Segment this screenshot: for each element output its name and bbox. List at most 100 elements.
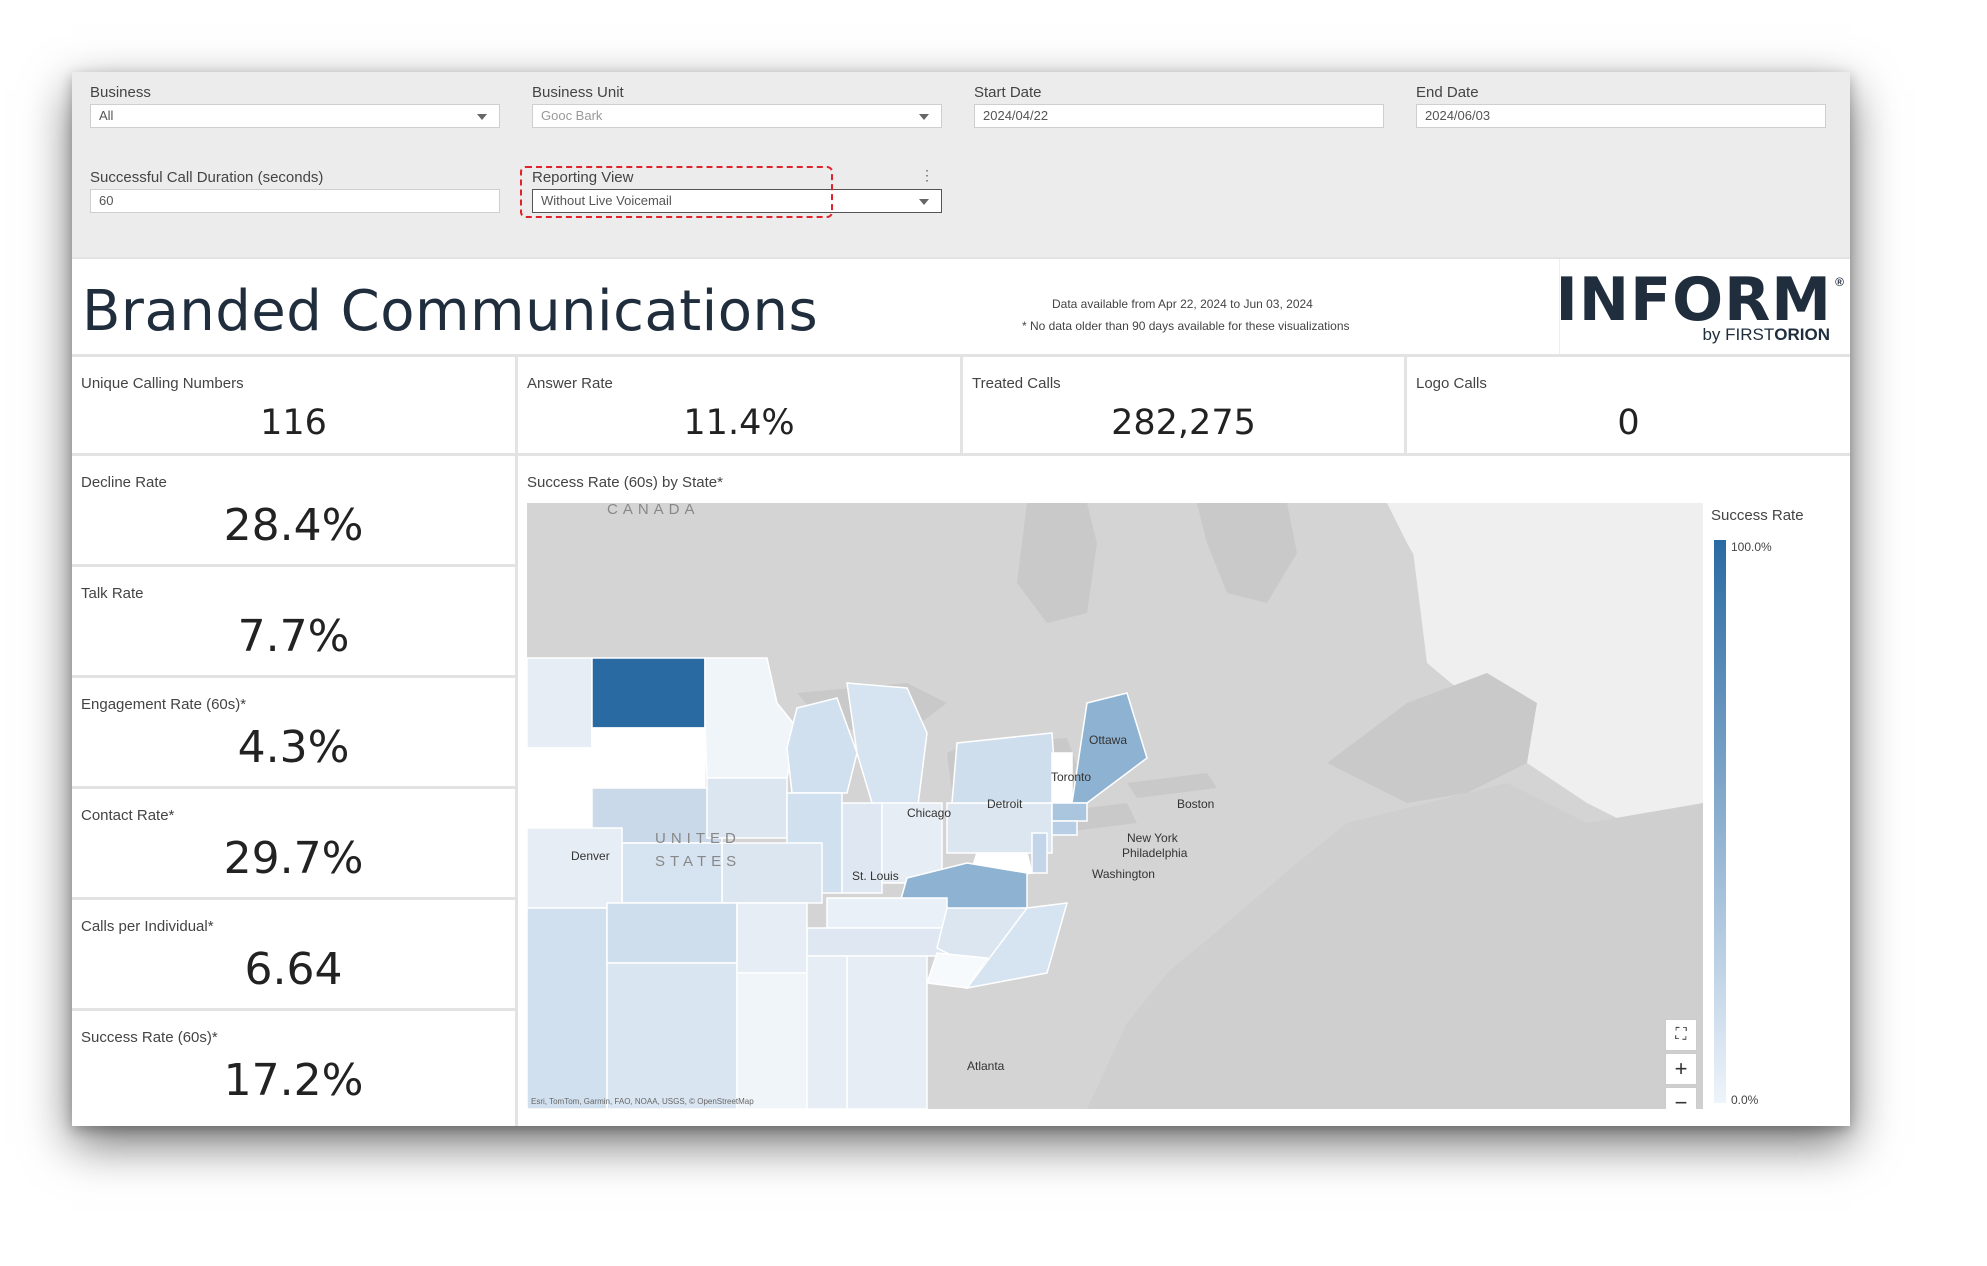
- kpi-card: Unique Calling Numbers 116: [72, 357, 515, 453]
- state-kentucky: [826, 897, 948, 929]
- kpi-card: Talk Rate 7.7%: [72, 567, 515, 675]
- map-panel: Success Rate (60s) by State* CANADA UNIT…: [518, 456, 1850, 1126]
- dashboard-frame: Business All Business Unit Gooc Bark Sta…: [72, 72, 1850, 1126]
- kpi-card: Contact Rate* 29.7%: [72, 789, 515, 897]
- state-connecticut: [1051, 820, 1078, 836]
- chevron-down-icon: [477, 114, 487, 120]
- state-arkansas: [736, 902, 808, 974]
- end-date-label: End Date: [1416, 84, 1479, 101]
- map-canvas: [527, 503, 1703, 1109]
- kpi-value: 116: [260, 403, 327, 443]
- logo-byline: by FIRSTORION: [1702, 325, 1830, 345]
- start-date-value: 2024/04/22: [983, 108, 1049, 123]
- kpi-label: Logo Calls: [1416, 375, 1487, 392]
- kpi-card: Success Rate (60s)* 17.2%: [72, 1011, 515, 1126]
- kpi-value: 4.3%: [237, 722, 350, 773]
- business-unit-filter: Business Unit Gooc Bark: [532, 84, 942, 128]
- kpi-value: 28.4%: [223, 500, 364, 551]
- dashboard-body: Branded Communications Data available fr…: [72, 257, 1850, 1126]
- reporting-view-label: Reporting View: [532, 169, 634, 186]
- header-panel: Branded Communications Data available fr…: [72, 259, 1850, 354]
- kpi-value: 11.4%: [683, 403, 795, 443]
- data-retention-note: * No data older than 90 days available f…: [1022, 319, 1350, 333]
- state-wyoming: [527, 747, 593, 829]
- legend-max-label: 100.0%: [1731, 540, 1772, 554]
- kpi-label: Treated Calls: [972, 375, 1061, 392]
- state-colorado: [527, 827, 623, 909]
- state-texas: [606, 962, 738, 1109]
- fit-extent-icon[interactable]: ⛶: [1665, 1019, 1697, 1051]
- inform-logo: INFORM ® by FIRSTORION: [1556, 259, 1850, 354]
- city-label: St. Louis: [852, 869, 899, 883]
- kpi-label: Contact Rate*: [81, 807, 175, 824]
- city-label: Atlanta: [967, 1059, 1005, 1073]
- state-oklahoma: [606, 902, 738, 964]
- data-availability-note: Data available from Apr 22, 2024 to Jun …: [1052, 297, 1313, 311]
- logo-by: by: [1702, 325, 1726, 344]
- region-label-united: UNITED: [655, 830, 741, 847]
- success-rate-map[interactable]: CANADA UNITED STATES Ottawa Toronto Detr…: [527, 503, 1703, 1109]
- call-duration-filter: Successful Call Duration (seconds) 60: [90, 169, 500, 213]
- state-louisiana: [736, 972, 808, 1109]
- state-new-jersey: [1031, 832, 1048, 874]
- city-label: Chicago: [907, 806, 952, 820]
- business-select[interactable]: All: [90, 104, 500, 128]
- kpi-label: Answer Rate: [527, 375, 613, 392]
- kpi-card: Logo Calls 0: [1407, 357, 1850, 453]
- legend-min-label: 0.0%: [1731, 1093, 1759, 1107]
- kpi-value: 282,275: [1111, 403, 1256, 443]
- end-date-input[interactable]: 2024/06/03: [1416, 104, 1826, 128]
- kpi-value: 6.64: [244, 944, 343, 995]
- kpi-label: Talk Rate: [81, 585, 144, 602]
- reporting-view-filter: Reporting View ⋮ Without Live Voicemail: [532, 168, 942, 213]
- city-label: Toronto: [1051, 770, 1092, 784]
- map-attribution: Esri, TomTom, Garmin, FAO, NOAA, USGS, ©…: [531, 1097, 754, 1106]
- logo-registered-mark: ®: [1835, 275, 1844, 289]
- kpi-label: Calls per Individual*: [81, 918, 214, 935]
- kpi-card: Engagement Rate (60s)* 4.3%: [72, 678, 515, 786]
- state-georgia: [846, 955, 928, 1109]
- call-duration-input[interactable]: 60: [90, 189, 500, 213]
- logo-brand-first: FIRST: [1725, 325, 1775, 344]
- call-duration-value: 60: [99, 193, 114, 208]
- start-date-label: Start Date: [974, 84, 1042, 101]
- city-label: Denver: [571, 849, 610, 863]
- call-duration-label: Successful Call Duration (seconds): [90, 169, 324, 186]
- state-new-mexico: [527, 907, 608, 1109]
- region-label-states: STATES: [655, 853, 742, 870]
- page-title: Branded Communications: [82, 279, 819, 344]
- kpi-label: Decline Rate: [81, 474, 167, 491]
- business-filter-label: Business: [90, 84, 151, 101]
- state-south-dakota: [591, 727, 706, 789]
- city-label: Washington: [1092, 867, 1155, 881]
- business-unit-select[interactable]: Gooc Bark: [532, 104, 942, 128]
- zoom-out-button[interactable]: −: [1665, 1087, 1697, 1109]
- state-montana: [527, 657, 593, 749]
- state-missouri: [721, 842, 823, 904]
- kpi-card: Decline Rate 28.4%: [72, 456, 515, 564]
- more-options-icon[interactable]: ⋮: [920, 168, 934, 182]
- state-iowa: [706, 777, 788, 839]
- reporting-view-select[interactable]: Without Live Voicemail: [532, 189, 942, 213]
- business-unit-filter-label: Business Unit: [532, 84, 624, 101]
- end-date-value: 2024/06/03: [1425, 108, 1491, 123]
- legend-title: Success Rate: [1711, 507, 1804, 524]
- kpi-card: Calls per Individual* 6.64: [72, 900, 515, 1008]
- legend-color-ramp: [1714, 540, 1726, 1103]
- chevron-down-icon: [919, 114, 929, 120]
- state-alabama: [806, 955, 848, 1109]
- end-date-filter: End Date 2024/06/03: [1416, 84, 1826, 128]
- kpi-value: 0: [1617, 403, 1640, 443]
- city-label: Ottawa: [1089, 733, 1128, 747]
- city-label: Detroit: [987, 797, 1023, 811]
- logo-brand-second: ORION: [1774, 325, 1830, 344]
- state-kansas: [621, 842, 723, 904]
- kpi-value: 7.7%: [237, 611, 350, 662]
- state-new-york: [951, 732, 1058, 804]
- zoom-in-button[interactable]: +: [1665, 1053, 1697, 1085]
- state-massachusetts: [1051, 802, 1088, 822]
- start-date-input[interactable]: 2024/04/22: [974, 104, 1384, 128]
- reporting-view-select-value: Without Live Voicemail: [541, 193, 672, 208]
- kpi-label: Unique Calling Numbers: [81, 375, 244, 392]
- city-label: Philadelphia: [1122, 846, 1188, 860]
